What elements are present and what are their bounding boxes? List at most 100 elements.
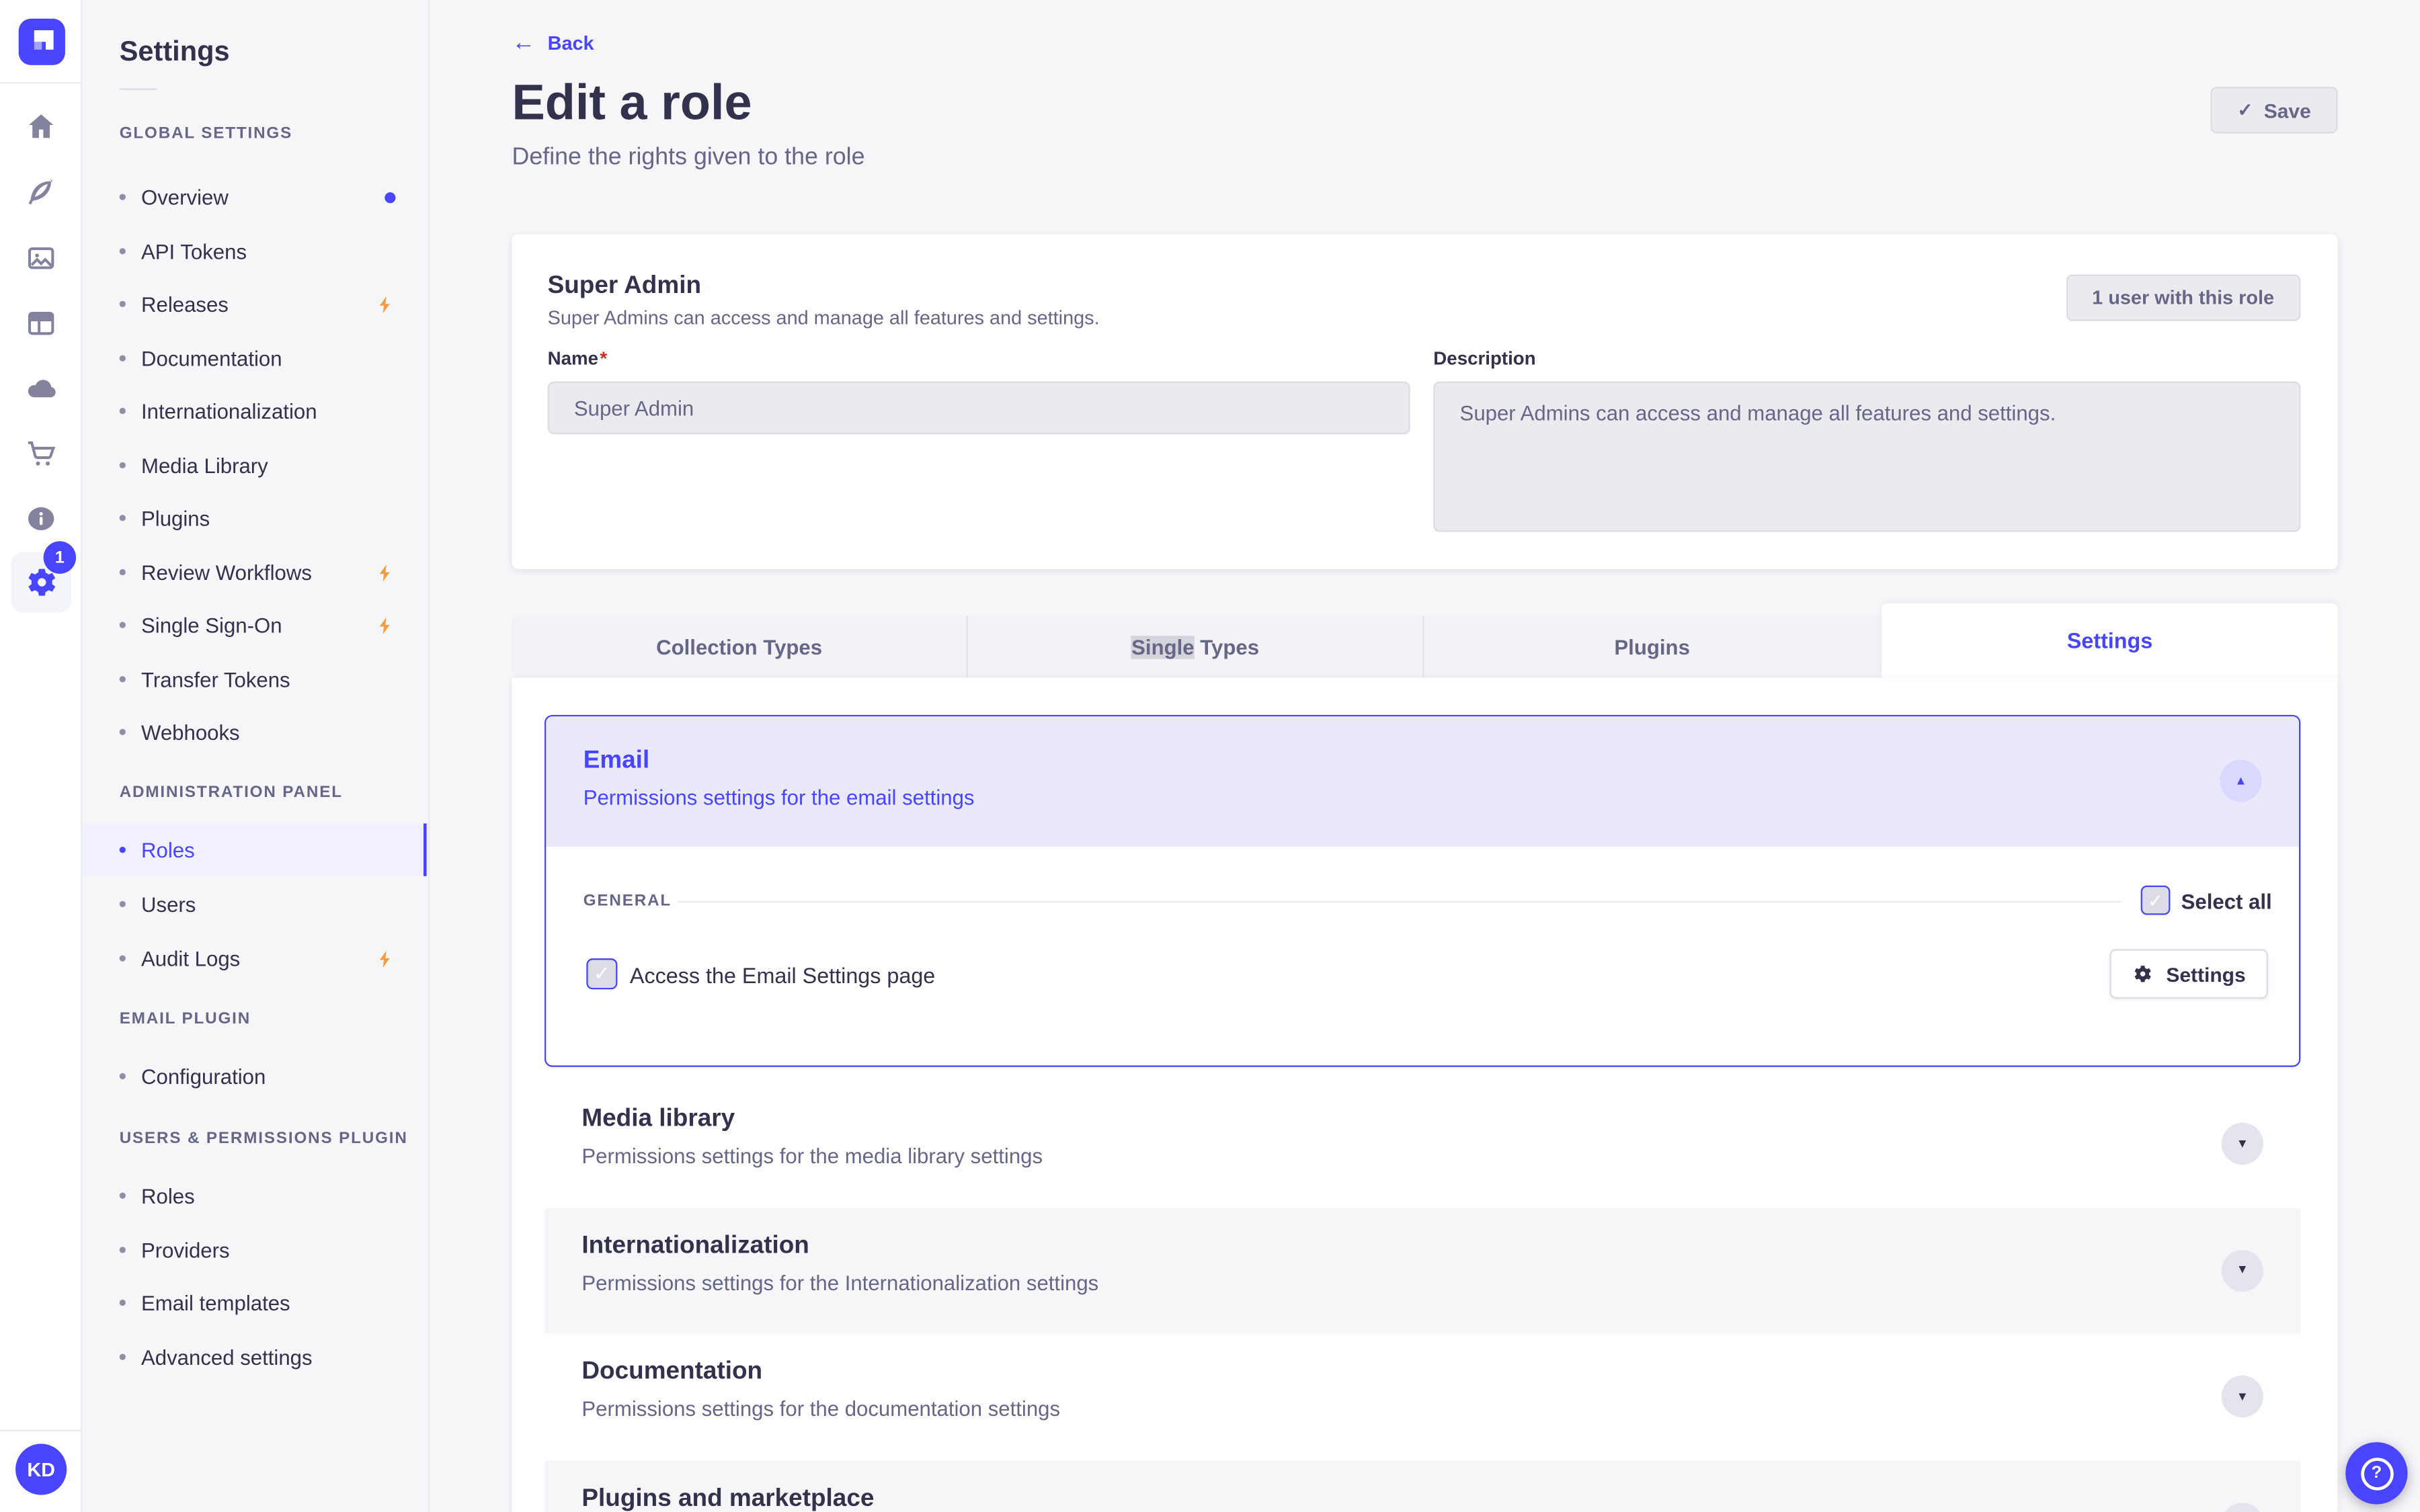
divider bbox=[0, 82, 81, 84]
bullet-icon bbox=[119, 847, 126, 853]
collapse-button[interactable]: ▲ bbox=[2220, 759, 2262, 802]
triangle-down-icon: ▼ bbox=[2236, 1136, 2249, 1150]
lightning-icon bbox=[375, 615, 395, 635]
general-section-label: GENERAL bbox=[583, 891, 672, 911]
sidebar-item-advanced-settings[interactable]: Advanced settings bbox=[82, 1331, 426, 1383]
content-manager-feather-icon[interactable] bbox=[24, 175, 59, 211]
page-title: Edit a role bbox=[512, 74, 752, 130]
triangle-down-icon: ▼ bbox=[2236, 1262, 2249, 1277]
bullet-icon bbox=[119, 728, 126, 735]
nav-rail: 1 KD bbox=[0, 0, 83, 1512]
name-field[interactable] bbox=[547, 381, 1410, 435]
sidebar-item-audit-logs[interactable]: Audit Logs bbox=[82, 932, 426, 984]
arrow-left-icon: ← bbox=[512, 29, 536, 56]
expand-button[interactable]: ▼ bbox=[2221, 1502, 2263, 1512]
sidebar-item-documentation[interactable]: Documentation bbox=[82, 332, 426, 384]
strapi-logo[interactable] bbox=[18, 18, 65, 65]
select-all-checkbox[interactable]: ✓ bbox=[2140, 885, 2171, 915]
tab-plugins[interactable]: Plugins bbox=[1424, 616, 1880, 677]
sidebar-item-internationalization[interactable]: Internationalization bbox=[82, 384, 426, 437]
lightning-icon bbox=[375, 948, 395, 968]
sidebar-item-up-roles[interactable]: Roles bbox=[82, 1169, 426, 1222]
internationalization-accordion[interactable]: Internationalization Permissions setting… bbox=[544, 1207, 2301, 1334]
subnav-title: Settings bbox=[119, 36, 230, 67]
sidebar-item-configuration[interactable]: Configuration bbox=[82, 1050, 426, 1102]
bullet-icon bbox=[119, 569, 126, 576]
tab-settings-active[interactable]: Settings bbox=[1882, 603, 2338, 678]
bullet-icon bbox=[119, 1299, 126, 1306]
expand-button[interactable]: ▼ bbox=[2221, 1122, 2263, 1165]
plugins-marketplace-accordion[interactable]: Plugins and marketplace ▼ bbox=[544, 1460, 2301, 1512]
expand-button[interactable]: ▼ bbox=[2221, 1375, 2263, 1418]
expand-button[interactable]: ▼ bbox=[2221, 1249, 2263, 1292]
bullet-icon bbox=[119, 194, 126, 200]
bullet-icon bbox=[119, 900, 126, 907]
tab-single-types[interactable]: Single Types bbox=[968, 616, 1424, 678]
content-type-builder-icon[interactable] bbox=[24, 306, 59, 341]
divider bbox=[119, 88, 157, 90]
sidebar-item-users[interactable]: Users bbox=[82, 878, 426, 930]
user-avatar[interactable]: KD bbox=[15, 1443, 67, 1495]
info-icon[interactable] bbox=[24, 501, 59, 536]
gear-icon bbox=[2135, 966, 2152, 982]
sidebar-item-transfer-tokens[interactable]: Transfer Tokens bbox=[82, 653, 426, 706]
sidebar-item-webhooks[interactable]: Webhooks bbox=[82, 706, 426, 758]
bullet-icon bbox=[119, 676, 126, 683]
marketplace-cart-icon[interactable] bbox=[24, 435, 59, 471]
role-description: Super Admins can access and manage all f… bbox=[547, 306, 1100, 329]
section-global-settings: GLOBAL SETTINGS bbox=[119, 124, 293, 143]
access-email-settings-label: Access the Email Settings page bbox=[629, 963, 936, 988]
bullet-icon bbox=[119, 1353, 126, 1360]
tab-collection-types[interactable]: Collection Types bbox=[512, 616, 968, 678]
section-users-permissions-plugin: USERS & PERMISSIONS PLUGIN bbox=[119, 1129, 408, 1148]
triangle-down-icon: ▼ bbox=[2236, 1388, 2249, 1403]
help-button[interactable]: ? bbox=[2345, 1442, 2408, 1505]
save-button[interactable]: ✓ Save bbox=[2210, 87, 2338, 134]
settings-permissions-panel: Email Permissions settings for the email… bbox=[512, 677, 2338, 1512]
lightning-icon bbox=[375, 562, 395, 583]
sidebar-item-releases[interactable]: Releases bbox=[82, 278, 426, 330]
back-label: Back bbox=[547, 32, 594, 54]
sidebar-item-overview[interactable]: Overview bbox=[82, 171, 426, 223]
back-link[interactable]: ← Back bbox=[512, 31, 594, 54]
settings-subnav: Settings GLOBAL SETTINGS Overview API To… bbox=[82, 0, 430, 1512]
bullet-icon bbox=[119, 1247, 126, 1253]
bullet-icon bbox=[119, 300, 126, 307]
sidebar-item-email-templates[interactable]: Email templates bbox=[82, 1276, 426, 1329]
divider bbox=[678, 900, 2121, 903]
role-card: Super Admin Super Admins can access and … bbox=[512, 234, 2338, 569]
required-asterisk: * bbox=[600, 347, 608, 370]
permissions-tabbar: Collection Types Single Types Plugins Se… bbox=[512, 603, 2338, 678]
access-email-settings-checkbox[interactable]: ✓ bbox=[586, 958, 618, 990]
sidebar-item-review-workflows[interactable]: Review Workflows bbox=[82, 546, 426, 598]
documentation-accordion[interactable]: Documentation Permissions settings for t… bbox=[544, 1334, 2300, 1460]
check-icon: ✓ bbox=[593, 961, 610, 985]
sidebar-item-roles-active[interactable]: Roles bbox=[82, 823, 427, 876]
home-icon[interactable] bbox=[24, 109, 59, 144]
sidebar-item-single-sign-on[interactable]: Single Sign-On bbox=[82, 599, 426, 651]
description-field[interactable]: Super Admins can access and manage all f… bbox=[1433, 381, 2301, 532]
users-with-role-button[interactable]: 1 user with this role bbox=[2065, 274, 2301, 321]
email-accordion-body: GENERAL ✓ Select all ✓ Access the Email … bbox=[546, 847, 2299, 1066]
email-settings-button[interactable]: Settings bbox=[2109, 949, 2268, 999]
name-label: Name * bbox=[547, 347, 608, 370]
media-library-icon[interactable] bbox=[24, 241, 59, 276]
question-mark-icon: ? bbox=[2360, 1457, 2393, 1490]
bullet-icon bbox=[119, 622, 126, 628]
bullet-icon bbox=[119, 462, 126, 468]
bullet-icon bbox=[119, 1073, 126, 1080]
description-label: Description bbox=[1433, 347, 1536, 370]
bullet-icon bbox=[119, 355, 126, 362]
select-all-label: Select all bbox=[2181, 890, 2272, 914]
email-accordion-header[interactable]: Email Permissions settings for the email… bbox=[546, 716, 2299, 847]
triangle-up-icon: ▲ bbox=[2234, 773, 2247, 788]
sidebar-item-media-library[interactable]: Media Library bbox=[82, 439, 426, 491]
sidebar-item-api-tokens[interactable]: API Tokens bbox=[82, 225, 426, 278]
cloud-icon[interactable] bbox=[24, 371, 59, 407]
media-library-accordion[interactable]: Media library Permissions settings for t… bbox=[544, 1081, 2300, 1207]
sidebar-item-plugins[interactable]: Plugins bbox=[82, 492, 426, 544]
app-window: 1 KD Settings GLOBAL SETTINGS Overview A… bbox=[0, 0, 2420, 1512]
sidebar-item-providers[interactable]: Providers bbox=[82, 1224, 426, 1276]
bullet-icon bbox=[119, 955, 126, 962]
email-title: Email bbox=[583, 747, 650, 774]
